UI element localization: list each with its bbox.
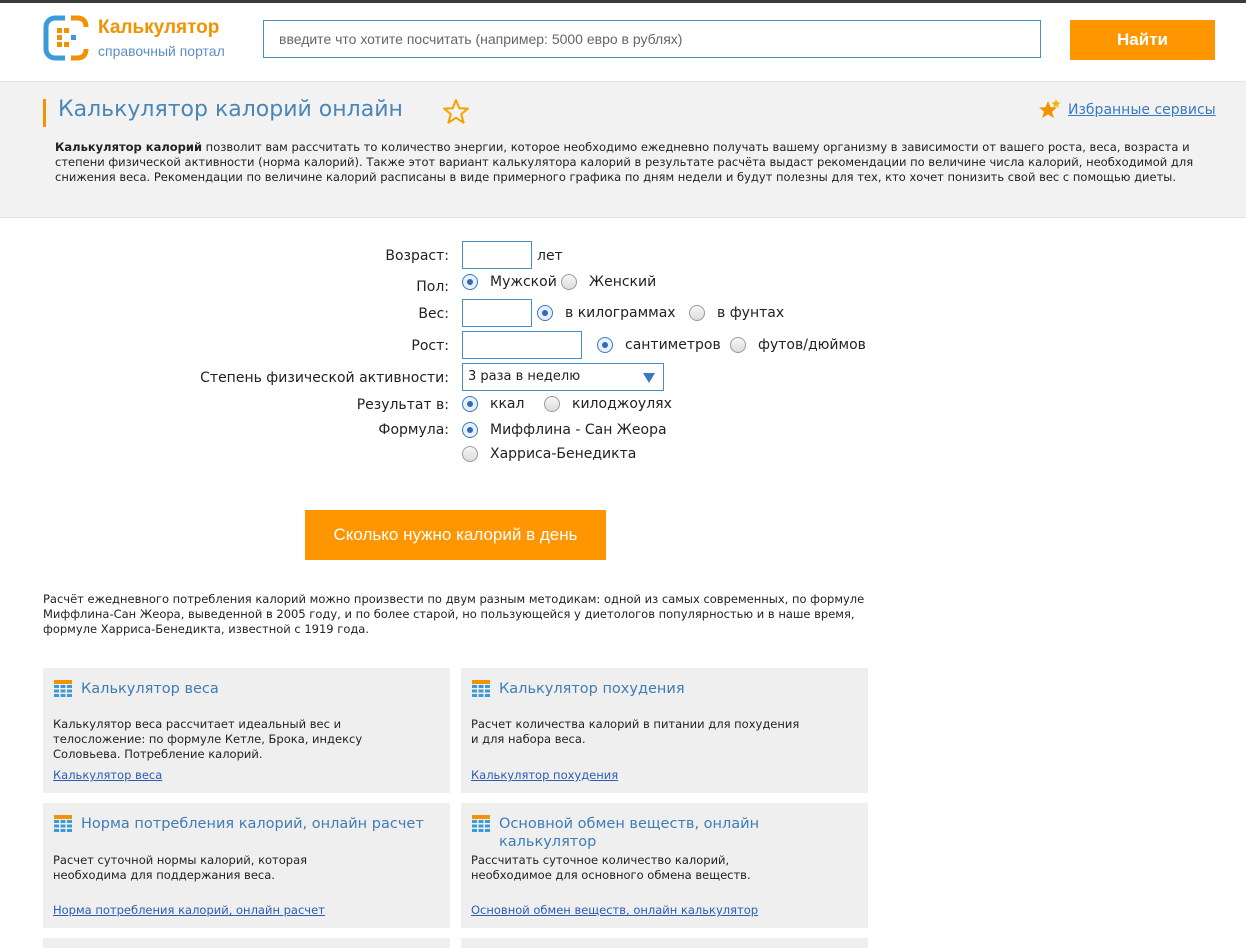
card-basal-metabolism: Основной обмен веществ, онлайн калькулят… xyxy=(461,803,868,928)
calculator-grid-icon xyxy=(472,680,490,697)
gender-female-label[interactable]: Женский xyxy=(589,274,656,290)
card-partial xyxy=(43,938,450,948)
weight-lb-label[interactable]: в фунтах xyxy=(717,305,784,321)
formula-mifflin-label[interactable]: Миффлина - Сан Жеора xyxy=(490,422,667,438)
card-title[interactable]: Калькулятор веса xyxy=(81,680,441,698)
result-label: Результат в: xyxy=(356,397,449,413)
card-weight-loss-calculator: Калькулятор похудения Расчет количества … xyxy=(461,668,868,793)
card-partial xyxy=(461,938,868,948)
formula-label: Формула: xyxy=(378,422,449,438)
card-title[interactable]: Норма потребления калорий, онлайн расчет xyxy=(81,815,441,833)
age-unit: лет xyxy=(537,248,563,264)
age-label: Возраст: xyxy=(385,248,449,264)
gender-male-label[interactable]: Мужской xyxy=(490,274,557,290)
logo-title[interactable]: Калькулятор xyxy=(98,17,219,39)
star-icon[interactable] xyxy=(442,98,470,126)
card-link[interactable]: Калькулятор похудения xyxy=(471,768,618,782)
gender-label: Пол: xyxy=(416,279,449,295)
card-link[interactable]: Норма потребления калорий, онлайн расчет xyxy=(53,903,325,917)
result-kj-label[interactable]: килоджоулях xyxy=(572,396,672,412)
intro-text: Калькулятор калорий позволит вам рассчит… xyxy=(55,140,1205,185)
favorites-link[interactable]: Избранные сервисы xyxy=(1068,102,1216,118)
result-kcal-label[interactable]: ккал xyxy=(490,396,524,412)
activity-select[interactable]: 3 раза в неделю xyxy=(462,363,664,391)
formula-harris-radio[interactable] xyxy=(462,446,478,462)
height-ft-label[interactable]: футов/дюймов xyxy=(758,337,866,353)
card-text: Рассчитать суточное количество калорий, … xyxy=(471,853,751,882)
card-link[interactable]: Калькулятор веса xyxy=(53,768,162,782)
formula-mifflin-radio[interactable] xyxy=(462,422,478,438)
intro-text-body: позволит вам рассчитать то количество эн… xyxy=(55,140,1194,184)
page-title: Калькулятор калорий онлайн xyxy=(58,97,403,122)
card-text: Калькулятор веса рассчитает идеальный ве… xyxy=(53,717,363,761)
card-calorie-norm: Норма потребления калорий, онлайн расчет… xyxy=(43,803,450,928)
weight-kg-radio[interactable] xyxy=(537,305,553,321)
height-cm-label[interactable]: сантиметров xyxy=(625,337,721,353)
activity-select-value: 3 раза в неделю xyxy=(468,369,581,384)
site-header: Калькулятор справочный портал Найти xyxy=(0,3,1246,82)
favorites-stars-icon xyxy=(1039,99,1061,118)
result-kcal-radio[interactable] xyxy=(462,396,478,412)
height-label: Рост: xyxy=(411,338,449,354)
card-weight-calculator: Калькулятор веса Калькулятор веса рассчи… xyxy=(43,668,450,793)
age-input[interactable] xyxy=(462,241,532,269)
height-input[interactable] xyxy=(462,331,582,359)
result-kj-radio[interactable] xyxy=(544,396,560,412)
gender-female-radio[interactable] xyxy=(561,274,577,290)
weight-kg-label[interactable]: в килограммах xyxy=(565,305,676,321)
dropdown-arrow-icon xyxy=(643,373,655,383)
activity-label: Степень физической активности: xyxy=(200,370,449,386)
intro-section: Калькулятор калорий онлайн Избранные сер… xyxy=(0,82,1246,218)
logo-subtitle: справочный портал xyxy=(98,43,225,59)
title-accent-bar xyxy=(43,99,46,127)
formula-harris-label[interactable]: Харриса-Бенедикта xyxy=(490,446,636,462)
weight-input[interactable] xyxy=(462,299,532,327)
calculator-grid-icon xyxy=(54,680,72,697)
card-link[interactable]: Основной обмен веществ, онлайн калькулят… xyxy=(471,903,758,917)
weight-label: Вес: xyxy=(418,306,449,322)
search-input[interactable] xyxy=(263,20,1041,58)
calculate-button[interactable]: Сколько нужно калорий в день xyxy=(305,510,606,560)
intro-text-bold: Калькулятор калорий xyxy=(55,140,203,154)
card-title[interactable]: Калькулятор похудения xyxy=(499,680,859,698)
method-description: Расчёт ежедневного потребления калорий м… xyxy=(43,592,865,636)
weight-lb-radio[interactable] xyxy=(689,305,705,321)
search-button[interactable]: Найти xyxy=(1070,20,1215,60)
card-title[interactable]: Основной обмен веществ, онлайн калькулят… xyxy=(499,815,799,851)
card-text: Расчет суточной нормы калорий, которая н… xyxy=(53,853,308,882)
calculator-grid-icon xyxy=(472,815,490,832)
height-cm-radio[interactable] xyxy=(597,337,613,353)
card-text: Расчет количества калорий в питании для … xyxy=(471,717,800,746)
calculator-grid-icon xyxy=(54,815,72,832)
gender-male-radio[interactable] xyxy=(462,274,478,290)
height-ft-radio[interactable] xyxy=(730,337,746,353)
logo-icon[interactable] xyxy=(43,15,89,61)
